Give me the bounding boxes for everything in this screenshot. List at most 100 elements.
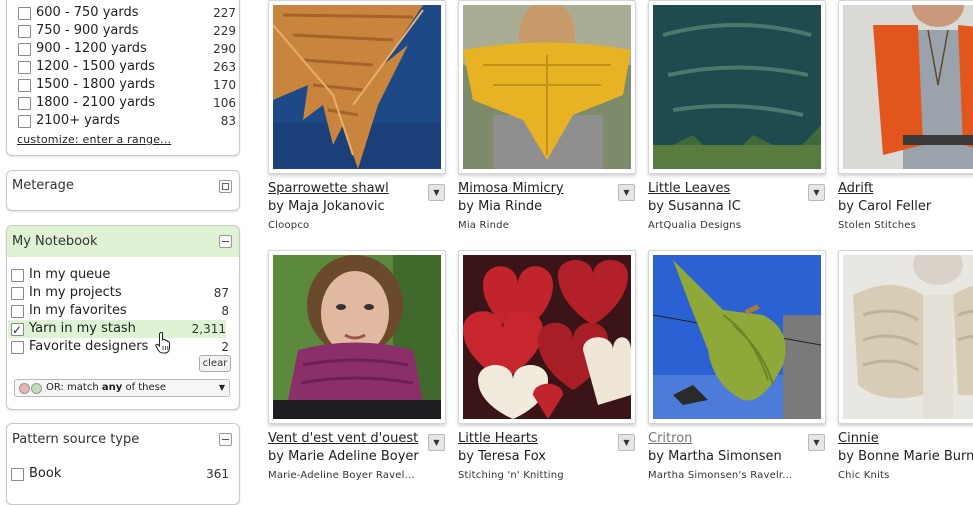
pattern-designer: by Carol Feller [838,199,932,214]
pattern-title-link[interactable]: Cinnie [838,431,879,446]
yardage-option[interactable]: 750 - 900 yards 229 [16,22,236,40]
panel-title: Pattern source type [12,432,140,447]
expand-icon[interactable] [219,180,232,193]
option-count: 229 [213,24,236,38]
match-mode-select[interactable]: OR: match any of these ▼ [14,379,230,397]
checkbox[interactable] [11,305,24,318]
collapse-icon[interactable] [219,433,232,446]
pattern-menu-dropdown-icon[interactable]: ▼ [618,434,635,451]
yardage-option[interactable]: 600 - 750 yards 227 [16,4,236,22]
checkbox[interactable] [18,25,31,38]
pattern-card: Vent d'est vent d'ouest ▼ by Marie Adeli… [268,250,446,490]
notebook-option-queue[interactable]: In my queue [9,266,229,284]
pattern-card: Cinnie by Bonne Marie Burns Chic Knits [838,250,973,490]
pattern-designer: by Susanna IC [648,199,741,214]
option-count: 8 [221,304,229,318]
panel-header[interactable]: Pattern source type [7,424,239,455]
panel-title: Meterage [12,178,74,193]
checkbox[interactable] [18,79,31,92]
checkbox[interactable] [18,7,31,20]
pattern-photo-link[interactable] [648,250,826,424]
pattern-title-link[interactable]: Mimosa Mimicry [458,181,564,196]
checkbox-checked[interactable] [11,321,24,339]
yardage-option[interactable]: 1500 - 1800 yards 170 [16,76,236,94]
pattern-source: Stolen Stitches [838,220,916,231]
option-label: 750 - 900 yards [36,23,139,38]
panel-header[interactable]: My Notebook [7,226,239,257]
pattern-title-link[interactable]: Vent d'est vent d'ouest [268,431,418,446]
pattern-menu-dropdown-icon[interactable]: ▼ [808,434,825,451]
option-label: Favorite designers [29,339,149,354]
pattern-photo-link[interactable] [268,250,446,424]
pattern-source: Martha Simonsen's Ravelr... [648,470,793,481]
notebook-option-designers[interactable]: Favorite designers 2 [9,338,229,356]
checkbox[interactable] [11,341,24,354]
pattern-photo-link[interactable] [268,0,446,174]
option-count: 2 [221,340,229,354]
checkbox[interactable] [18,43,31,56]
pattern-photo [273,255,441,419]
pattern-photo-link[interactable] [838,250,973,424]
pattern-photo-link[interactable] [458,250,636,424]
option-count: 290 [213,42,236,56]
pattern-photo-link[interactable] [648,0,826,174]
pattern-card: Sparrowette shawl ▼ by Maja Jokanovic Cl… [268,0,446,240]
yardage-option[interactable]: 1200 - 1500 yards 263 [16,58,236,76]
pattern-card: Critron ▼ by Martha Simonsen Martha Simo… [648,250,826,490]
notebook-option-stash[interactable]: Yarn in my stash 2,311 [8,320,226,339]
notebook-option-favorites[interactable]: In my favorites 8 [9,302,229,320]
pattern-designer: by Maja Jokanovic [268,199,385,214]
option-label: In my favorites [29,303,127,318]
pattern-title-link[interactable]: Little Leaves [648,181,730,196]
checkbox[interactable] [11,287,24,300]
yardage-option[interactable]: 900 - 1200 yards 290 [16,40,236,58]
notebook-option-projects[interactable]: In my projects 87 [9,284,229,302]
pattern-menu-dropdown-icon[interactable]: ▼ [428,184,445,201]
source-type-panel: Pattern source type [6,423,240,505]
option-count: 170 [213,78,236,92]
option-count: 227 [213,6,236,20]
checkbox[interactable] [18,115,31,128]
pattern-title-link[interactable]: Critron [648,431,692,446]
option-label: Yarn in my stash [29,321,136,336]
source-option-book[interactable]: Book 361 [9,465,229,483]
pattern-menu-dropdown-icon[interactable]: ▼ [618,184,635,201]
pattern-photo [463,5,631,169]
filter-sidebar: 600 - 750 yards 227 750 - 900 yards 229 … [0,0,248,505]
pattern-menu-dropdown-icon[interactable]: ▼ [428,434,445,451]
yardage-panel: 600 - 750 yards 227 750 - 900 yards 229 … [6,0,240,156]
checkbox[interactable] [18,61,31,74]
hand-cursor-icon [155,332,170,354]
option-count: 361 [206,467,229,481]
option-count: 83 [220,114,236,128]
pattern-designer: by Marie Adeline Boyer [268,449,419,464]
pattern-card: Adrift by Carol Feller Stolen Stitches [838,0,973,240]
pattern-title-link[interactable]: Adrift [838,181,873,196]
clear-button[interactable]: clear [199,355,231,372]
panel-header[interactable]: Meterage [7,171,239,201]
yardage-option[interactable]: 2100+ yards 83 [16,112,236,130]
meterage-panel: Meterage [6,170,240,211]
yardage-option[interactable]: 1800 - 2100 yards 106 [16,94,236,112]
pattern-source: Cloopco [268,220,310,231]
pattern-photo-link[interactable] [838,0,973,174]
collapse-icon[interactable] [219,235,232,248]
option-label: 1200 - 1500 yards [36,59,156,74]
customize-range-link[interactable]: customize: enter a range... [17,133,171,146]
option-label: 600 - 750 yards [36,5,139,20]
pattern-photo-link[interactable] [458,0,636,174]
pattern-title-link[interactable]: Little Hearts [458,431,538,446]
checkbox[interactable] [18,97,31,110]
pattern-menu-dropdown-icon[interactable]: ▼ [808,184,825,201]
option-count: 106 [213,96,236,110]
pattern-card: Little Hearts ▼ by Teresa Fox Stitching … [458,250,636,490]
pattern-photo [653,255,821,419]
checkbox[interactable] [11,468,24,481]
option-count: 2,311 [191,322,226,336]
pattern-photo [273,5,441,169]
pattern-designer: by Mia Rinde [458,199,543,214]
checkbox[interactable] [11,269,24,282]
option-count: 263 [213,60,236,74]
pattern-card: Little Leaves ▼ by Susanna IC ArtQualia … [648,0,826,240]
pattern-title-link[interactable]: Sparrowette shawl [268,181,389,196]
